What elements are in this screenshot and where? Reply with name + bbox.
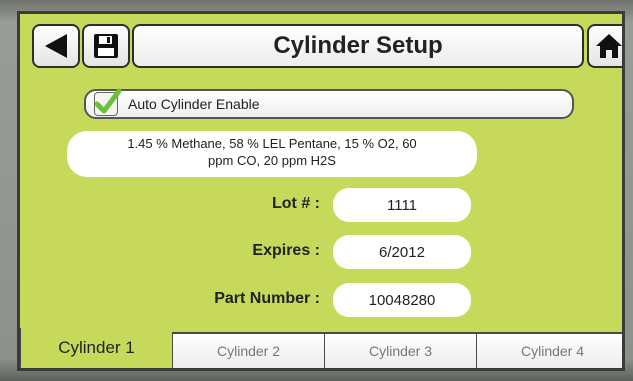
gas-description-line-1: 1.45 % Methane, 58 % LEL Pentane, 15 % O… xyxy=(127,136,417,151)
touch-screen: Cylinder Setup Auto Cylinder Enable 1.45… xyxy=(17,11,625,371)
cylinder-tabs: Cylinder 1 Cylinder 2 Cylinder 3 Cylinde… xyxy=(20,328,622,368)
home-icon xyxy=(596,34,622,58)
auto-cylinder-label: Auto Cylinder Enable xyxy=(128,96,260,112)
save-button[interactable] xyxy=(82,24,130,68)
part-number-label: Part Number : xyxy=(214,290,320,307)
gas-description-line-2: ppm CO, 20 ppm H2S xyxy=(208,153,336,168)
auto-cylinder-enable-toggle[interactable]: Auto Cylinder Enable xyxy=(84,88,574,119)
tab-cylinder-1[interactable]: Cylinder 1 xyxy=(20,328,172,368)
gas-description-field[interactable]: 1.45 % Methane, 58 % LEL Pentane, 15 % O… xyxy=(67,131,477,177)
expires-label: Expires : xyxy=(252,242,320,259)
part-number-input[interactable]: 10048280 xyxy=(333,283,471,317)
expires-input[interactable]: 6/2012 xyxy=(333,235,471,269)
floppy-disk-icon xyxy=(94,34,118,58)
tab-cylinder-4[interactable]: Cylinder 4 xyxy=(476,332,622,368)
tab-cylinder-2[interactable]: Cylinder 2 xyxy=(172,332,324,368)
back-button[interactable] xyxy=(32,24,80,68)
checkmark-icon xyxy=(94,88,122,114)
lot-input[interactable]: 1111 xyxy=(333,188,471,222)
home-button[interactable] xyxy=(587,24,622,68)
page-title: Cylinder Setup xyxy=(132,24,584,68)
tab-cylinder-3[interactable]: Cylinder 3 xyxy=(324,332,476,368)
auto-cylinder-checkbox[interactable] xyxy=(94,88,122,116)
back-arrow-icon xyxy=(45,34,67,58)
lot-label: Lot # : xyxy=(272,195,320,212)
